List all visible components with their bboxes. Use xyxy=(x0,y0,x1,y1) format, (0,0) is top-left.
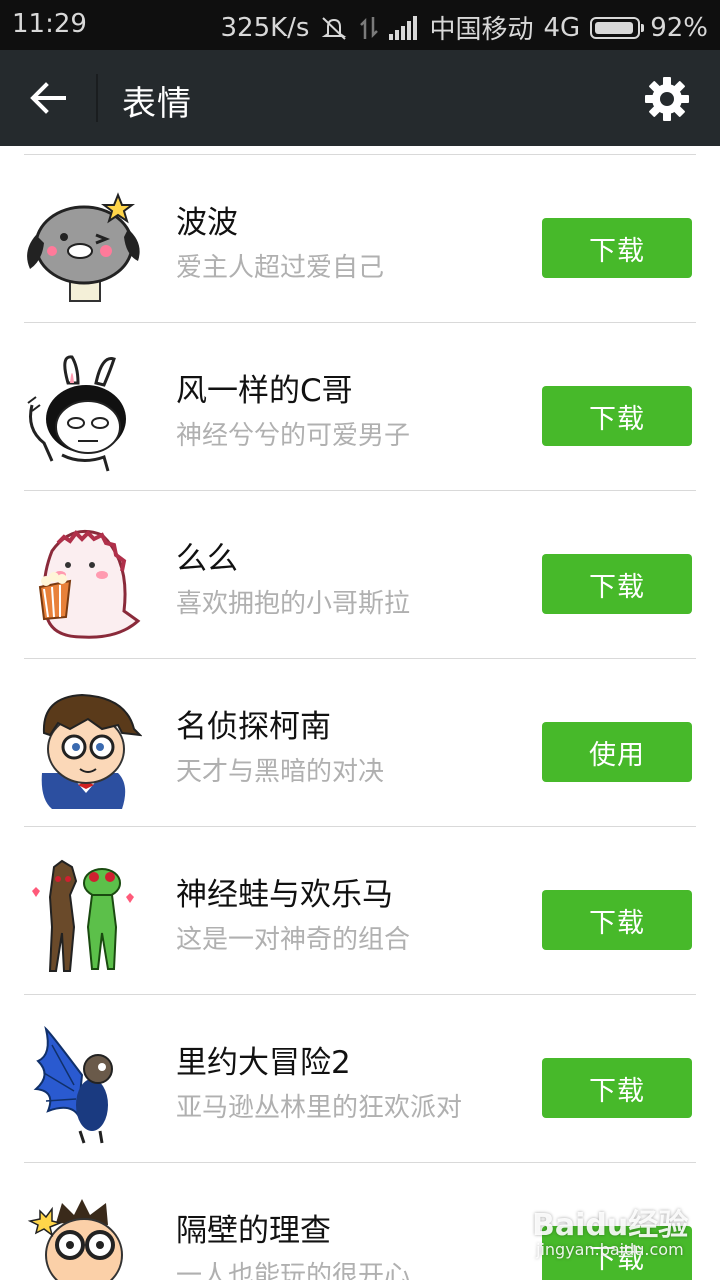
sticker-thumbnail xyxy=(22,521,142,641)
sticker-description: 一人也能玩的很开心 xyxy=(176,1261,411,1280)
carrier-name: 中国移动 xyxy=(429,15,534,45)
sticker-thumbnail xyxy=(22,1025,142,1145)
download-button[interactable]: 下载 xyxy=(542,386,692,446)
data-arrows-icon xyxy=(359,15,379,41)
sticker-thumbnail xyxy=(22,353,142,473)
status-time: 11:29 xyxy=(12,9,87,39)
list-item[interactable]: 么么 喜欢拥抱的小哥斯拉 下载 xyxy=(0,491,720,659)
sticker-name: 隔壁的理查 xyxy=(176,1213,331,1249)
sticker-name: 波波 xyxy=(176,205,238,241)
watermark-sub-text: jingyan.baidu.com xyxy=(536,1240,684,1259)
sticker-name: 里约大冒险2 xyxy=(176,1045,351,1081)
sticker-name: 么么 xyxy=(176,541,238,577)
sticker-description: 天才与黑暗的对决 xyxy=(176,757,385,787)
status-bar: 11:29 325K/s 中国移动 4G 92% xyxy=(0,0,720,50)
sticker-description: 神经兮兮的可爱男子 xyxy=(176,421,411,451)
sticker-thumbnail xyxy=(22,689,143,809)
network-speed: 325K/s xyxy=(220,12,310,43)
arrow-left-icon xyxy=(30,82,66,114)
status-right: 325K/s 中国移动 4G 92% xyxy=(221,9,709,46)
battery-percent: 92% xyxy=(650,12,708,43)
sticker-name: 名侦探柯南 xyxy=(176,709,331,745)
sticker-description: 这是一对神奇的组合 xyxy=(176,925,411,955)
download-button[interactable]: 下载 xyxy=(542,890,692,950)
sticker-name: 神经蛙与欢乐马 xyxy=(176,877,393,913)
back-button[interactable] xyxy=(22,76,74,120)
sticker-description: 爱主人超过爱自己 xyxy=(176,253,385,283)
baidu-jingyan-watermark: Baidu经验 jingyan.baidu.com xyxy=(532,1200,702,1270)
battery-icon xyxy=(590,16,645,39)
network-type: 4G xyxy=(543,12,581,43)
list-item[interactable]: 名侦探柯南 天才与黑暗的对决 使用 xyxy=(0,659,720,827)
signal-icon xyxy=(389,15,419,40)
download-button[interactable]: 下载 xyxy=(542,554,692,614)
watermark-main-text: Baidu经验 xyxy=(532,1208,689,1243)
app-bar: 表情 xyxy=(0,50,720,146)
list-item[interactable]: 神经蛙与欢乐马 这是一对神奇的组合 下载 xyxy=(0,827,720,995)
sticker-name: 风一样的C哥 xyxy=(176,373,353,409)
list-item[interactable]: 波波 爱主人超过爱自己 下载 xyxy=(0,155,720,323)
page-title: 表情 xyxy=(122,84,192,124)
sticker-thumbnail xyxy=(22,1193,142,1280)
use-button[interactable]: 使用 xyxy=(542,722,692,782)
download-button[interactable]: 下载 xyxy=(542,218,692,278)
list-item[interactable]: 里约大冒险2 亚马逊丛林里的狂欢派对 下载 xyxy=(0,995,720,1163)
app-bar-divider xyxy=(96,74,98,122)
sticker-description: 亚马逊丛林里的狂欢派对 xyxy=(176,1093,463,1123)
sticker-list[interactable]: 波波 爱主人超过爱自己 下载 风一样的C哥 神经兮兮的可爱男子 下载 么么 喜欢… xyxy=(0,146,720,1280)
sticker-thumbnail xyxy=(22,185,142,305)
sticker-description: 喜欢拥抱的小哥斯拉 xyxy=(176,589,411,619)
list-item[interactable]: 风一样的C哥 神经兮兮的可爱男子 下载 xyxy=(0,323,720,491)
mute-icon xyxy=(319,14,349,42)
sticker-thumbnail xyxy=(22,857,142,977)
download-button[interactable]: 下载 xyxy=(542,1058,692,1118)
settings-button[interactable] xyxy=(644,76,690,122)
gear-icon xyxy=(645,77,689,121)
